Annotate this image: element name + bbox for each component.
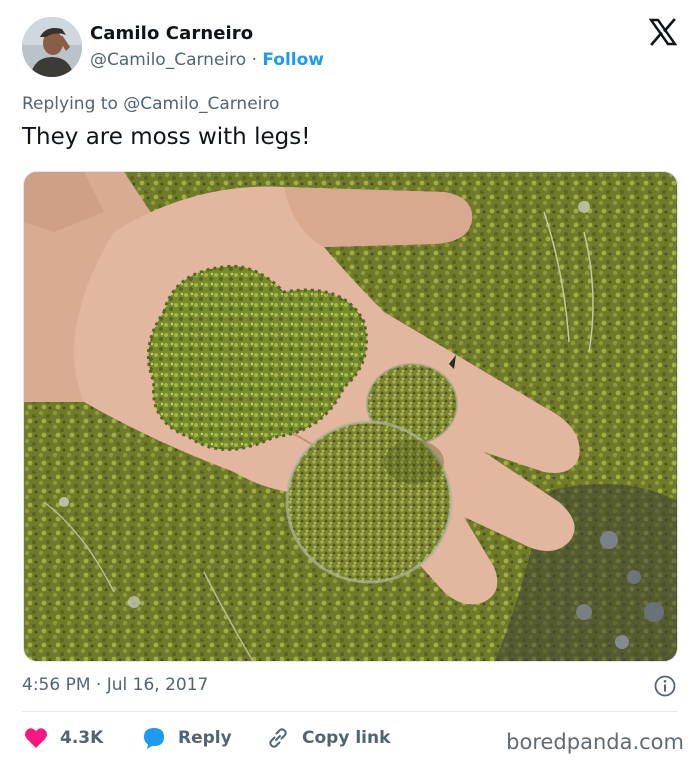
copy-link-label: Copy link bbox=[302, 728, 391, 748]
photo-moss-bird-chicks-in-hand bbox=[24, 172, 677, 661]
tweet-meta-row: 4:56 PM · Jul 16, 2017 bbox=[22, 675, 678, 699]
reply-button[interactable]: Reply bbox=[142, 724, 232, 752]
author-display-name[interactable]: Camilo Carneiro bbox=[90, 23, 324, 44]
like-count: 4.3K bbox=[60, 728, 104, 748]
author-block: Camilo Carneiro @Camilo_Carneiro · Follo… bbox=[90, 23, 324, 70]
avatar[interactable] bbox=[22, 17, 82, 77]
handle-separator: · bbox=[251, 50, 257, 70]
speech-bubble-icon bbox=[144, 728, 164, 749]
x-logo-icon[interactable] bbox=[648, 17, 678, 47]
follow-button[interactable]: Follow bbox=[262, 50, 324, 70]
link-icon bbox=[269, 728, 287, 748]
tweet-text: They are moss with legs! bbox=[22, 124, 311, 150]
reply-context: Replying to @Camilo_Carneiro bbox=[22, 94, 279, 114]
tweet-header: Camilo Carneiro @Camilo_Carneiro · Follo… bbox=[22, 17, 682, 79]
reply-context-mention[interactable]: @Camilo_Carneiro bbox=[123, 94, 279, 114]
info-icon[interactable] bbox=[654, 675, 676, 697]
author-handle[interactable]: @Camilo_Carneiro bbox=[90, 50, 246, 70]
author-handle-row: @Camilo_Carneiro · Follow bbox=[90, 50, 324, 70]
actions-divider bbox=[22, 711, 678, 712]
reply-context-prefix: Replying to bbox=[22, 94, 118, 114]
heart-icon bbox=[25, 728, 47, 748]
tweet-media-photo[interactable] bbox=[23, 171, 678, 662]
avatar-photo bbox=[22, 17, 82, 77]
like-button[interactable]: 4.3K bbox=[24, 724, 103, 752]
copy-link-button[interactable]: Copy link bbox=[266, 724, 390, 752]
watermark: boredpanda.com bbox=[506, 730, 684, 754]
reply-label: Reply bbox=[178, 728, 232, 748]
tweet-timestamp[interactable]: 4:56 PM · Jul 16, 2017 bbox=[22, 675, 208, 695]
